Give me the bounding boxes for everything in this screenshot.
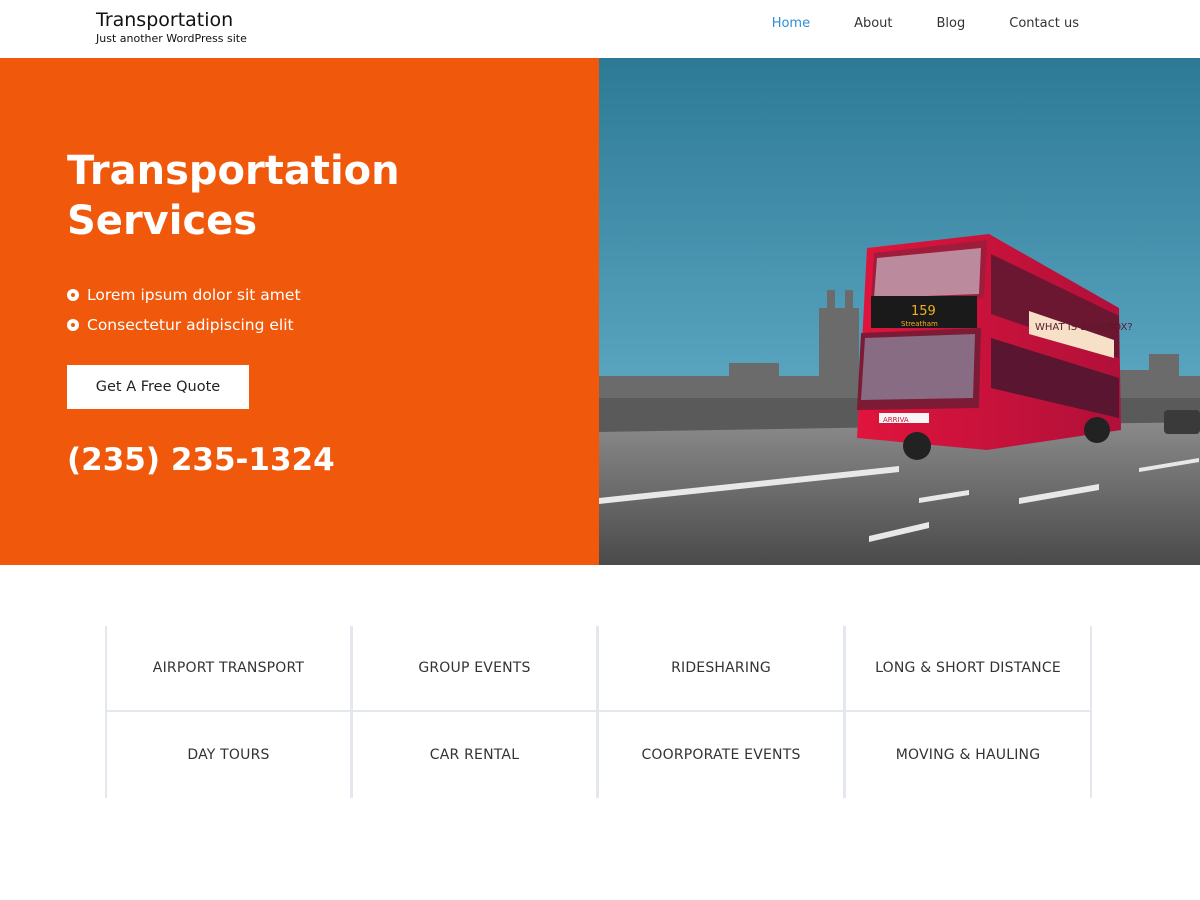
svg-text:ARRIVA: ARRIVA: [883, 416, 909, 424]
site-branding: Transportation Just another WordPress si…: [96, 9, 247, 46]
hero-section: Transportation Services Lorem ipsum dolo…: [0, 58, 1200, 565]
phone-number: (235) 235-1324: [67, 442, 335, 478]
svg-text:159: 159: [911, 304, 936, 319]
service-ridesharing[interactable]: RIDESHARING: [597, 626, 844, 712]
get-quote-button[interactable]: Get A Free Quote: [67, 365, 249, 409]
bullet-icon: [67, 319, 79, 331]
nav-item-about[interactable]: About: [832, 15, 914, 33]
list-item: Consectetur adipiscing elit: [67, 310, 301, 340]
service-moving-hauling[interactable]: MOVING & HAULING: [844, 712, 1092, 798]
bus-photo: 159 Streatham ARRIVA WHAT IS BASEBOX?: [599, 58, 1200, 565]
svg-text:Streatham: Streatham: [901, 320, 938, 328]
svg-text:WHAT IS BASEBOX?: WHAT IS BASEBOX?: [1035, 322, 1133, 333]
service-day-tours[interactable]: DAY TOURS: [105, 712, 351, 798]
hero-feature-list: Lorem ipsum dolor sit amet Consectetur a…: [67, 280, 301, 340]
list-item-label: Consectetur adipiscing elit: [87, 316, 294, 334]
main-nav: Home About Blog Contact us: [750, 15, 1100, 33]
site-tagline: Just another WordPress site: [96, 32, 247, 45]
service-long-short-distance[interactable]: LONG & SHORT DISTANCE: [844, 626, 1092, 712]
service-group-events[interactable]: GROUP EVENTS: [351, 626, 597, 712]
bullet-icon: [67, 289, 79, 301]
service-corporate-events[interactable]: COORPORATE EVENTS: [597, 712, 844, 798]
site-title[interactable]: Transportation: [96, 9, 247, 31]
nav-item-blog[interactable]: Blog: [915, 15, 988, 33]
nav-item-contact[interactable]: Contact us: [987, 15, 1100, 33]
list-item: Lorem ipsum dolor sit amet: [67, 280, 301, 310]
hero-title: Transportation Services: [67, 148, 400, 244]
hero-image: 159 Streatham ARRIVA WHAT IS BASEBOX?: [599, 58, 1200, 565]
list-item-label: Lorem ipsum dolor sit amet: [87, 286, 301, 304]
services-grid: AIRPORT TRANSPORT GROUP EVENTS RIDESHARI…: [105, 626, 1092, 798]
nav-item-home[interactable]: Home: [750, 15, 832, 33]
hero-panel: Transportation Services Lorem ipsum dolo…: [0, 58, 599, 565]
service-car-rental[interactable]: CAR RENTAL: [351, 712, 597, 798]
site-header: Transportation Just another WordPress si…: [0, 0, 1200, 58]
service-airport-transport[interactable]: AIRPORT TRANSPORT: [105, 626, 351, 712]
